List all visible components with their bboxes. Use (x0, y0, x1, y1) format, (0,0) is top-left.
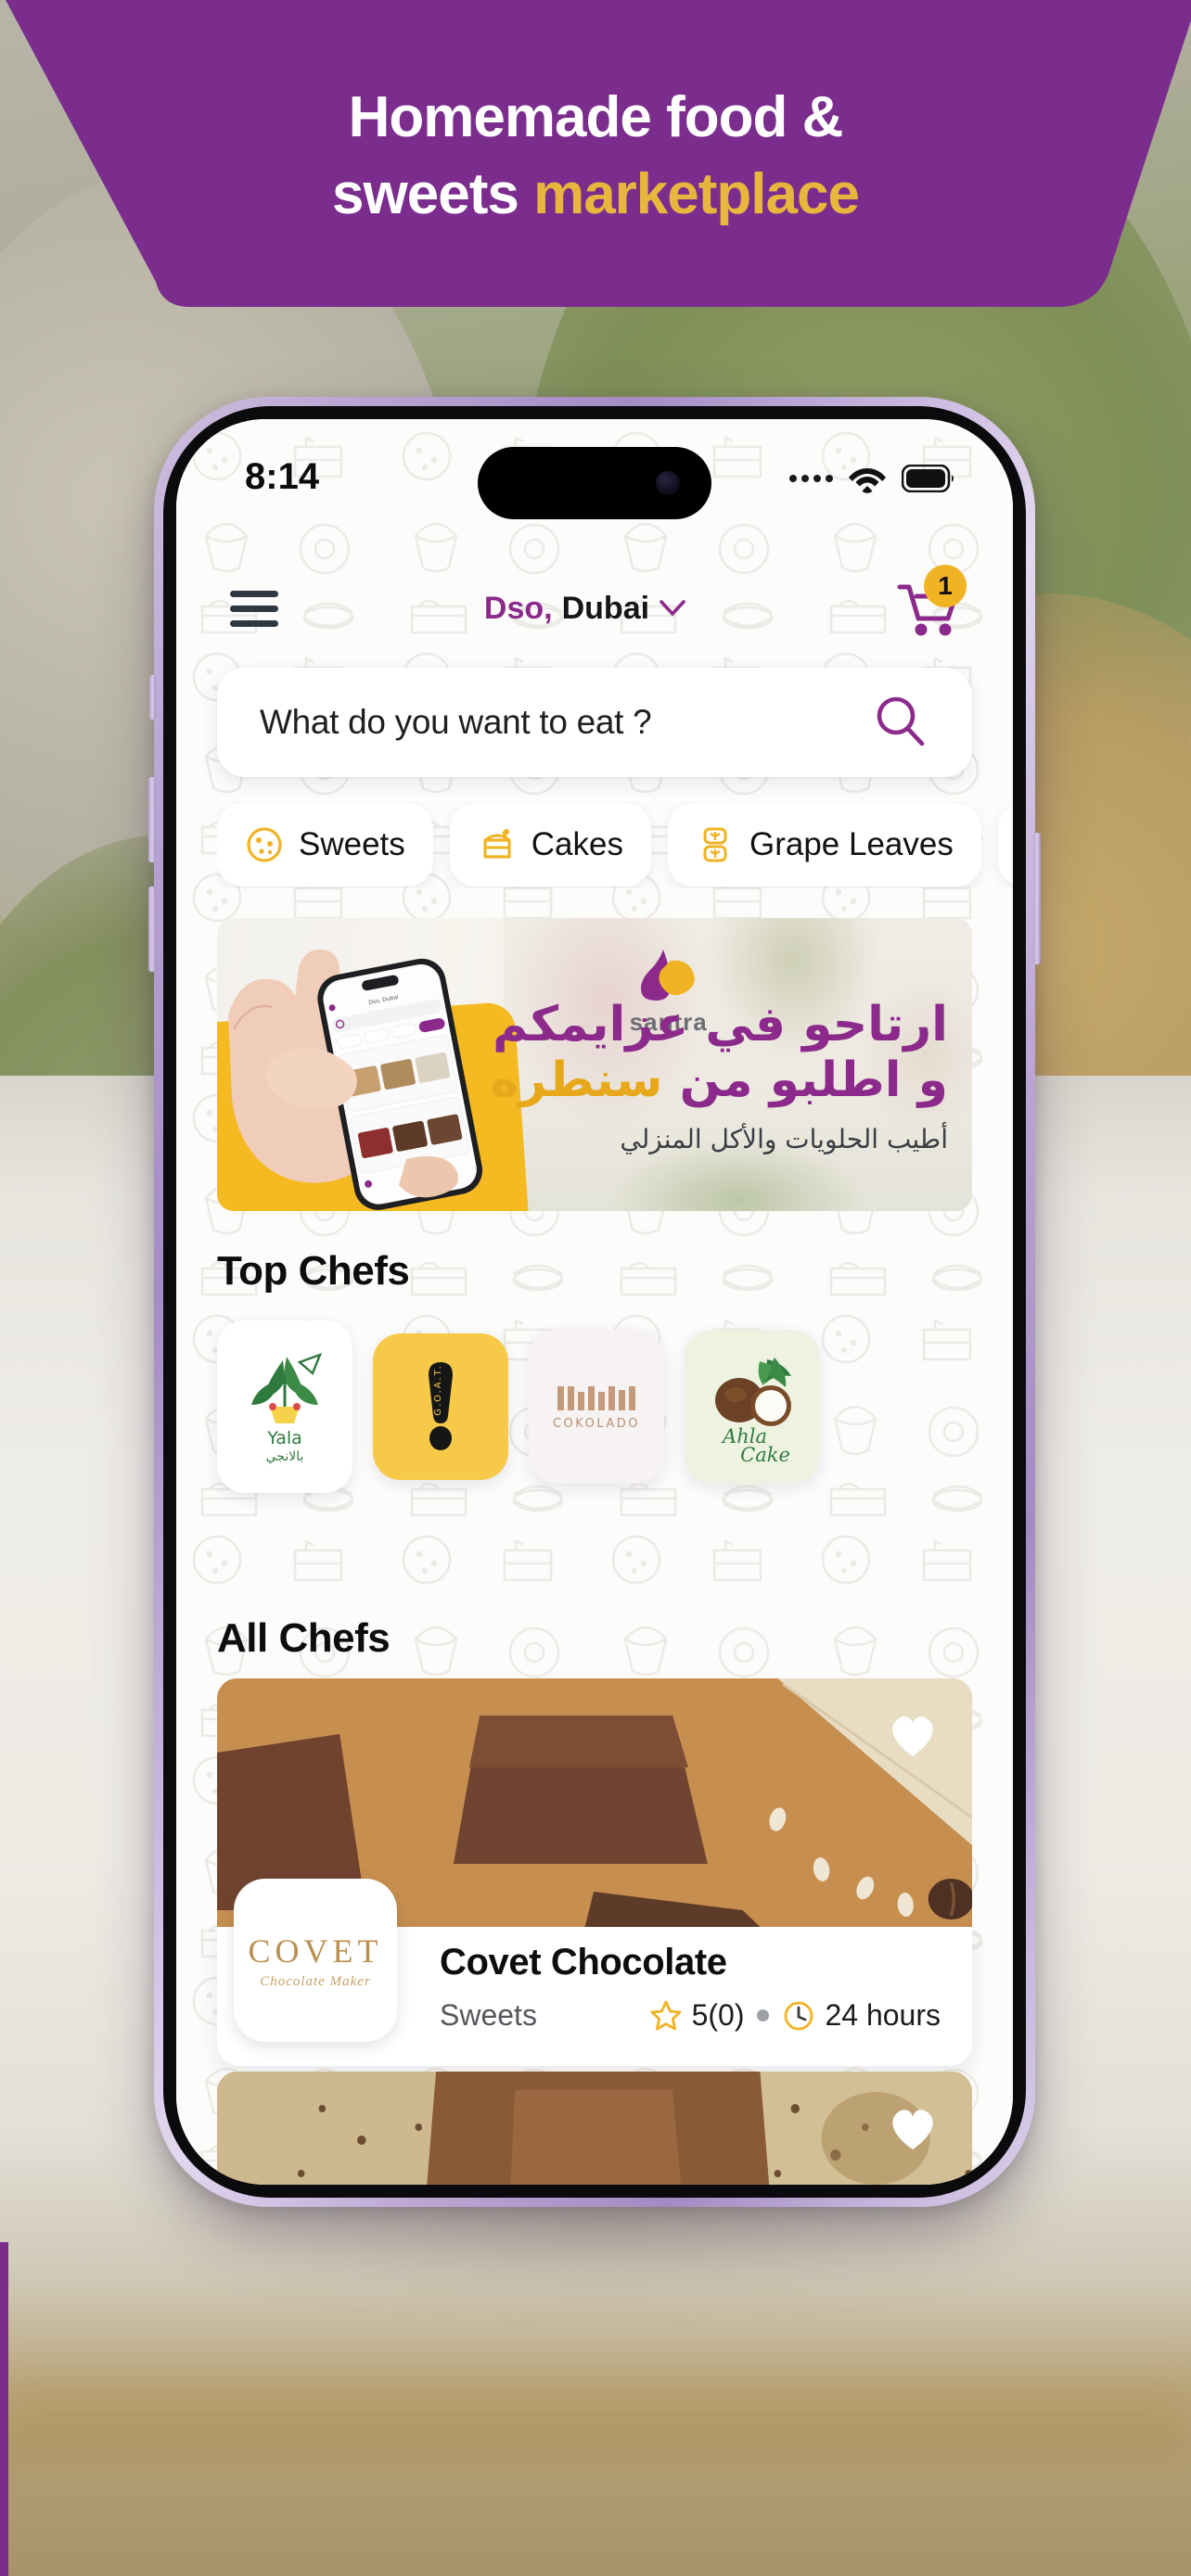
hero-banner: Homemade food & sweets marketplace (0, 0, 1191, 312)
chef-name: Covet Chocolate (440, 1942, 727, 1983)
svg-text:COKOLADO: COKOLADO (553, 1417, 640, 1431)
cookie-icon (247, 827, 282, 862)
phone-mockup: 8:14 Dso, Dubai 1 What do you want to ea… (148, 397, 1041, 2207)
top-chefs-heading: Top Chefs (217, 1248, 410, 1294)
promo-text-block: ارتاحو في عزايمكم و اطلبو من سنطره أطيب … (429, 997, 948, 1155)
chef-category: Sweets (440, 1998, 537, 2032)
category-chip-partial[interactable] (997, 803, 1013, 886)
chef-avatar-logo-text: COVET (248, 1932, 383, 1970)
svg-text:Cake: Cake (740, 1444, 790, 1466)
category-chip-row[interactable]: Sweets Cakes Grape Leaves (217, 801, 1013, 888)
promo-headline-line-1: ارتاحو في عزايمكم (493, 997, 948, 1052)
promo-headline-plain: و اطلبو من (662, 1052, 948, 1109)
grape-leaves-icon (703, 827, 727, 862)
chef-rating-value: 5(0) (691, 1998, 745, 2032)
chef-cover-photo (217, 2072, 972, 2185)
top-chef-card-goat[interactable]: G.O.A.T. (373, 1333, 508, 1480)
left-edge-accent-strip (0, 2242, 8, 2576)
top-chef-card-ahla-cake[interactable]: Ahla Cake (685, 1330, 820, 1484)
search-input[interactable]: What do you want to eat ? (260, 703, 652, 742)
category-chip-sweets[interactable]: Sweets (217, 803, 433, 886)
svg-text:G.O.A.T.: G.O.A.T. (433, 1364, 443, 1416)
location-area: Dubai (561, 590, 650, 626)
chef-prep-time: 24 hours (782, 1998, 941, 2033)
dynamic-island (478, 447, 711, 519)
category-chip-label: Cakes (531, 826, 623, 862)
category-chip-label: Sweets (299, 826, 405, 862)
front-camera-icon (656, 471, 680, 495)
cake-slice-icon (483, 829, 511, 859)
goat-exclamation-logo-icon: G.O.A.T. (429, 1362, 453, 1450)
promo-headline-accent: سنطره (490, 1052, 663, 1109)
cocoa-dusted-dessert-photo (217, 2072, 972, 2185)
svg-text:بالانجي: بالانجي (266, 1449, 304, 1464)
chef-info: COVET Chocolate Maker Covet Chocolate Sw… (217, 1879, 972, 2066)
separator-dot (757, 2009, 770, 2021)
search-icon[interactable] (872, 694, 929, 751)
phone-power-button (1033, 833, 1041, 964)
phone-volume-up-button (148, 777, 156, 862)
chef-list-item[interactable]: COVET Chocolate Maker Covet Chocolate Sw… (217, 1678, 972, 2066)
santra-drop-logo-icon (640, 950, 695, 1001)
chef-list-item[interactable] (217, 2072, 972, 2185)
wifi-icon (849, 468, 886, 493)
hamburger-menu-icon[interactable] (230, 585, 278, 632)
location-city: Dso, (483, 590, 553, 626)
phone-volume-down-button (148, 886, 156, 972)
battery-icon (902, 465, 954, 492)
category-chip-cakes[interactable]: Cakes (449, 803, 651, 886)
cart-badge: 1 (923, 565, 967, 607)
top-chef-card-yala[interactable]: Yala بالانجي (217, 1320, 352, 1493)
top-chefs-row[interactable]: Yala بالانجي G.O.A.T. COKOLADO Ahla Cake (217, 1320, 1013, 1493)
promo-banner[interactable]: Dso, Dubai santra ارتاحو في عزايمكم و اط… (217, 918, 972, 1211)
star-icon (650, 2000, 681, 2030)
status-time: 8:14 (245, 456, 320, 497)
phone-screen: 8:14 Dso, Dubai 1 What do you want to ea… (176, 419, 1013, 2185)
category-chip-grape-leaves[interactable]: Grape Leaves (668, 803, 981, 886)
cart-button[interactable]: 1 (892, 565, 967, 643)
promo-subtitle: أطيب الحلويات والأكل المنزلي (620, 1124, 948, 1155)
top-chef-card-cokolado[interactable]: COKOLADO (529, 1330, 664, 1484)
heart-icon[interactable] (887, 2103, 939, 2151)
promo-headline-line-2: و اطلبو من سنطره (429, 1053, 948, 1107)
location-selector[interactable]: Dso, Dubai (484, 591, 686, 627)
chef-prep-time-value: 24 hours (825, 1998, 941, 2032)
category-chip-label: Grape Leaves (749, 826, 954, 862)
chevron-down-icon (660, 600, 685, 617)
yala-leaf-logo-icon: Yala بالانجي (251, 1352, 323, 1464)
app-nav-bar: Dso, Dubai 1 (176, 558, 1013, 658)
all-chefs-heading: All Chefs (217, 1615, 391, 1661)
ahla-cake-coconut-logo-icon: Ahla Cake (715, 1358, 791, 1466)
signal-dots-icon (789, 475, 833, 482)
heart-icon[interactable] (887, 1710, 939, 1758)
search-bar[interactable]: What do you want to eat ? (217, 668, 972, 777)
cokolado-logo-icon: COKOLADO (553, 1386, 640, 1431)
clock-icon (785, 2001, 813, 2030)
svg-text:Yala: Yala (266, 1428, 302, 1448)
chef-avatar-logo-subtext: Chocolate Maker (260, 1973, 371, 1989)
app-screen: 8:14 Dso, Dubai 1 What do you want to ea… (176, 419, 1013, 2185)
chef-rating: 5(0) (649, 1998, 745, 2033)
phone-mute-switch (149, 675, 156, 720)
chef-avatar: COVET Chocolate Maker (234, 1879, 397, 2042)
chef-stats: 5(0) 24 hours (649, 1998, 941, 2033)
